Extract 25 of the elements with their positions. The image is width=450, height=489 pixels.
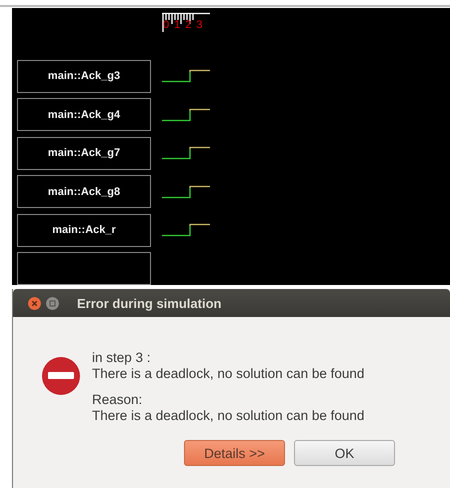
waveform-drawing — [162, 108, 210, 122]
ruler-label: 2 — [185, 19, 192, 31]
waveform-drawing — [162, 223, 210, 237]
signal-label: main::Ack_g3 — [17, 60, 151, 92]
signal-label: main::Ack_g4 — [17, 98, 151, 131]
error-icon — [41, 356, 81, 396]
message-text: There is a deadlock, no solution can be found — [92, 408, 364, 424]
message-text: There is a deadlock, no solution can be found — [92, 366, 364, 382]
ruler-label: 3 — [196, 19, 202, 31]
signal-label: main::Ack_g7 — [17, 136, 151, 170]
ruler-label: 0 — [163, 19, 170, 31]
minimize-icon[interactable] — [46, 296, 59, 310]
close-icon[interactable] — [28, 296, 41, 310]
waveform-drawing — [162, 146, 210, 160]
message-text: in step 3 : — [92, 350, 152, 366]
dialog-title: Error during simulation — [77, 296, 222, 310]
signal-label: main::Ack_r — [17, 214, 151, 246]
ok-button[interactable]: OK — [294, 440, 395, 466]
signal-label: main::Ack_g8 — [17, 175, 151, 208]
ruler-label: 1 — [174, 19, 180, 31]
waveform-drawing — [162, 69, 210, 83]
waveform-drawing — [162, 184, 210, 198]
time-ruler — [162, 12, 210, 34]
message-text: Reason: — [92, 392, 144, 408]
details-button[interactable]: Details >> — [184, 440, 285, 466]
